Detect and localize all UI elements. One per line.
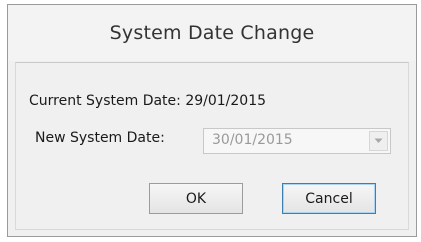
ok-button[interactable]: OK <box>149 183 243 214</box>
system-date-change-dialog: System Date Change Current System Date: … <box>7 4 417 237</box>
dialog-title-bar[interactable]: System Date Change <box>8 5 416 61</box>
new-system-date-label: New System Date: <box>35 130 165 146</box>
dialog-content: Current System Date: 29/01/2015 New Syst… <box>15 62 409 230</box>
cancel-button[interactable]: Cancel <box>282 183 376 214</box>
dialog-title: System Date Change <box>109 22 315 44</box>
current-system-date: Current System Date: 29/01/2015 <box>29 93 267 109</box>
dropdown-button[interactable] <box>369 131 388 151</box>
new-system-date-combo[interactable]: 30/01/2015 <box>203 128 391 154</box>
chevron-down-icon <box>374 138 383 143</box>
new-system-date-value: 30/01/2015 <box>212 132 293 148</box>
